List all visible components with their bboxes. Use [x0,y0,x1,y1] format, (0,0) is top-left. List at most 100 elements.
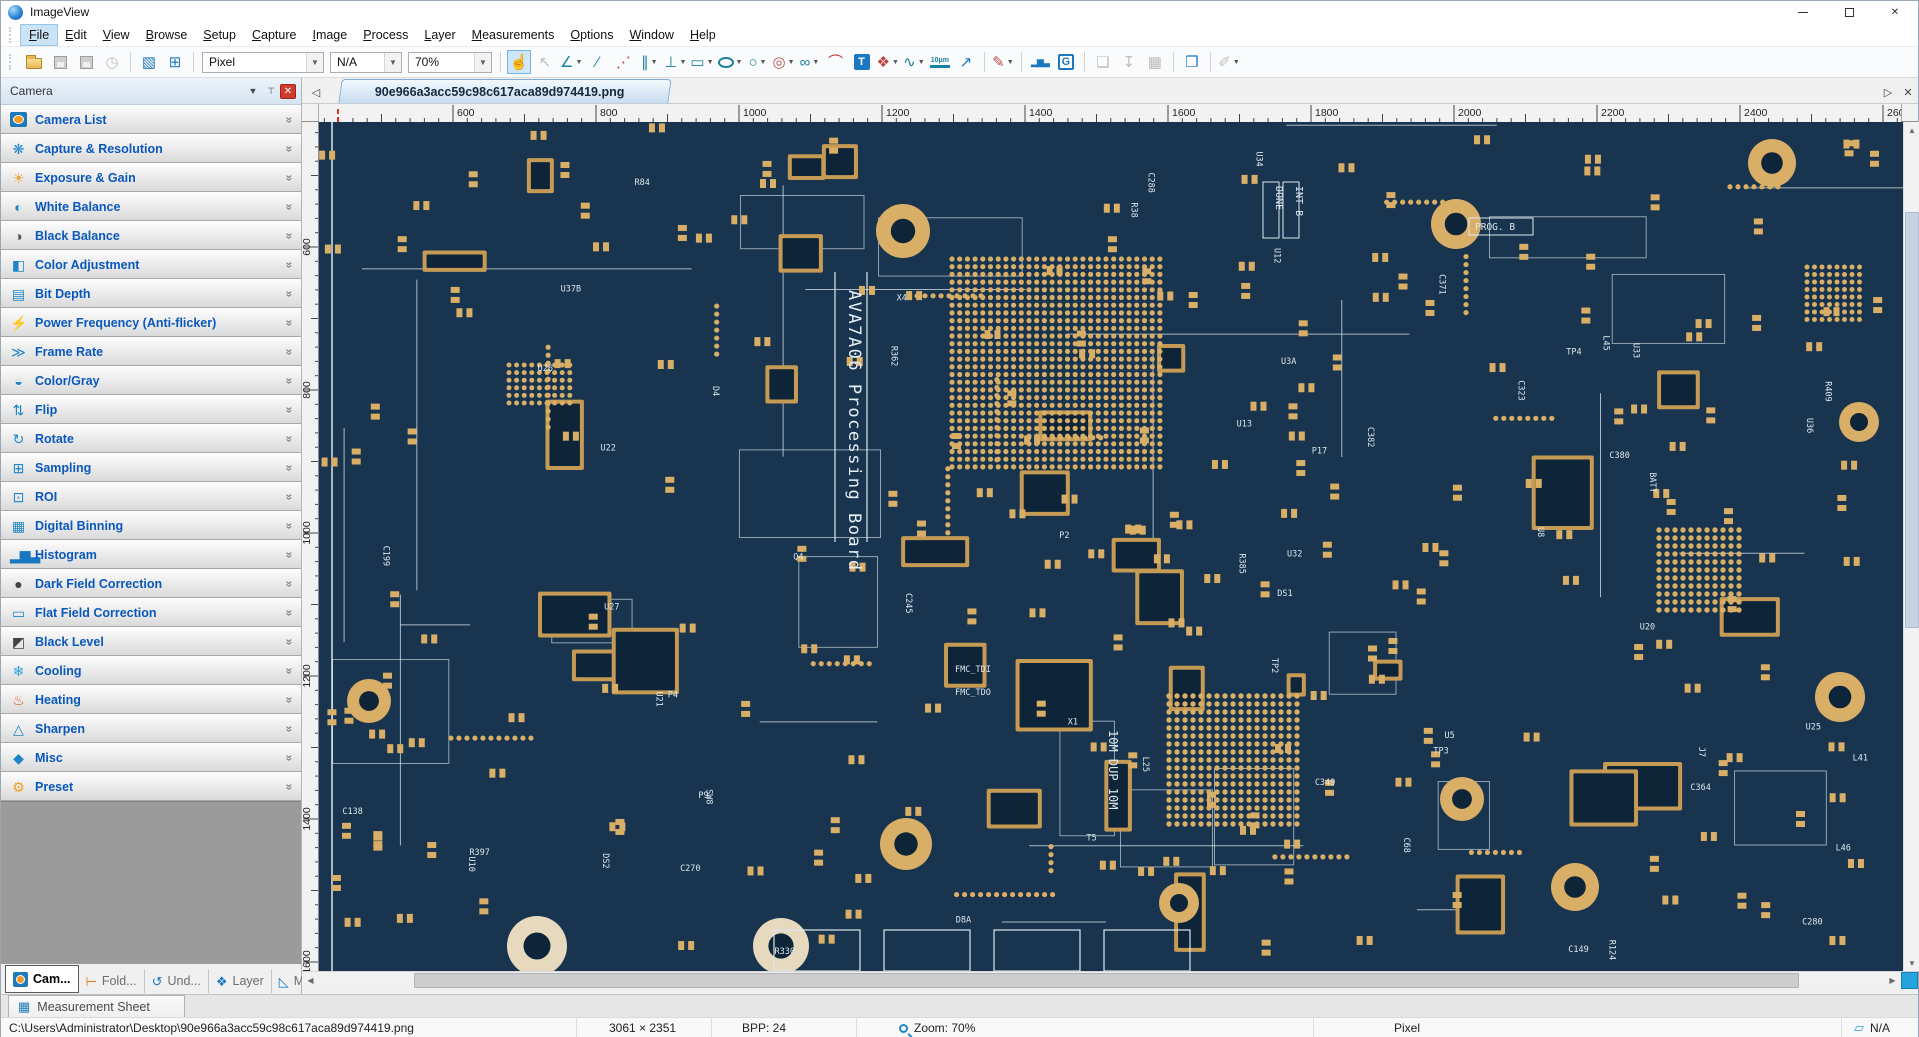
expand-chevron-icon[interactable]: » [283,725,297,732]
expand-chevron-icon[interactable]: » [283,464,297,471]
angle-tool-button[interactable]: ∠▼ [559,50,583,74]
menu-item-image[interactable]: Image [304,25,355,45]
open-button[interactable] [22,50,46,74]
scroll-down-icon[interactable]: ▼ [1904,955,1919,971]
menu-item-browse[interactable]: Browse [138,25,196,45]
dropdown-arrow-icon[interactable]: ▼ [918,59,925,66]
ellipse-tool-button[interactable]: ▼ [717,50,744,74]
text-tool-button[interactable]: T [850,50,874,74]
pin-icon[interactable]: ⊤ [262,83,280,100]
parallel-tool-button[interactable]: ∥▼ [637,50,661,74]
panel-item-exposure-gain[interactable]: ☀Exposure & Gain» [1,163,301,192]
dropdown-arrow-icon[interactable]: ▼ [736,59,743,66]
expand-chevron-icon[interactable]: » [283,377,297,384]
grayscale-button[interactable]: G [1054,50,1078,74]
panel-item-black-level[interactable]: ◩Black Level» [1,627,301,656]
menu-item-options[interactable]: Options [562,25,621,45]
unit-combo[interactable]: Pixel▼ [202,52,324,73]
expand-chevron-icon[interactable]: » [283,754,297,761]
scalebar-button[interactable]: 10μm [928,50,952,74]
pan-hand-button[interactable]: ☝ [507,50,531,74]
panel-item-histogram[interactable]: ▂▆▃Histogram» [1,540,301,569]
menu-item-help[interactable]: Help [682,25,724,45]
minimize-button[interactable] [1780,1,1826,23]
expand-chevron-icon[interactable]: » [283,174,297,181]
panel-item-frame-rate[interactable]: ≫Frame Rate» [1,337,301,366]
menu-item-process[interactable]: Process [355,25,416,45]
spline-tool-button[interactable]: ∿▼ [902,50,926,74]
tab-close-icon[interactable]: ✕ [1898,82,1918,103]
panel-item-digital-binning[interactable]: ▦Digital Binning» [1,511,301,540]
thumbnail-grid-button[interactable]: ⊞ [163,50,187,74]
side-tab-layer[interactable]: ❖Layer [209,969,272,993]
dropdown-arrow-icon[interactable]: ▼ [788,59,795,66]
menu-item-setup[interactable]: Setup [195,25,244,45]
polyline-tool-button[interactable]: ⋰ [611,50,635,74]
expand-chevron-icon[interactable]: » [283,319,297,326]
scroll-up-icon[interactable]: ▲ [1904,122,1919,138]
side-tab-fold[interactable]: ⊢Fold... [79,969,145,993]
perpendicular-tool-button[interactable]: ⊥▼ [663,50,687,74]
panel-item-white-balance[interactable]: ◐White Balance» [1,192,301,221]
panel-item-cooling[interactable]: ❄Cooling» [1,656,301,685]
combo-arrow-icon[interactable]: ▼ [384,53,401,72]
tab-scroll-right-icon[interactable]: ▷ [1878,82,1898,103]
expand-chevron-icon[interactable]: » [283,696,297,703]
vertical-scroll-thumb[interactable] [1905,212,1919,629]
panel-item-preset[interactable]: ⚙Preset» [1,772,301,801]
na-combo[interactable]: N/A▼ [330,52,402,73]
dropdown-arrow-icon[interactable]: ▼ [707,59,714,66]
dropdown-arrow-icon[interactable]: ▼ [651,59,658,66]
side-tab-cam[interactable]: Cam... [5,965,79,993]
panel-close-icon[interactable]: ✕ [280,84,296,99]
menu-item-file[interactable]: File [21,25,57,45]
expand-chevron-icon[interactable]: » [283,116,297,123]
scroll-left-icon[interactable]: ◀ [302,972,319,989]
menu-item-capture[interactable]: Capture [244,25,304,45]
zoom-combo[interactable]: 70%▼ [408,52,492,73]
expand-chevron-icon[interactable]: » [283,667,297,674]
panel-item-black-balance[interactable]: ◑Black Balance» [1,221,301,250]
horizontal-scroll-track[interactable] [319,972,1884,989]
dropdown-arrow-icon[interactable]: ▼ [812,59,819,66]
panel-item-sampling[interactable]: ⊞Sampling» [1,453,301,482]
menu-item-window[interactable]: Window [621,25,681,45]
panel-item-heating[interactable]: ♨Heating» [1,685,301,714]
maximize-button[interactable] [1826,1,1872,23]
expand-chevron-icon[interactable]: » [283,580,297,587]
expand-chevron-icon[interactable]: » [283,551,297,558]
polygon-tool-button[interactable]: ❖▼ [876,50,900,74]
expand-chevron-icon[interactable]: » [283,783,297,790]
side-tab-und[interactable]: ↺Und... [145,969,209,993]
calibration-button[interactable]: ✎▼ [991,50,1015,74]
combo-arrow-icon[interactable]: ▼ [306,53,323,72]
dropdown-arrow-icon[interactable]: ▼ [575,59,582,66]
document-tab[interactable]: 90e966a3acc59c98c617aca89d974419.png [338,79,671,103]
vertical-scrollbar[interactable]: ▲ ▼ [1903,122,1919,971]
panel-item-capture-resolution[interactable]: ❋Capture & Resolution» [1,134,301,163]
concentric-tool-button[interactable]: ◎▼ [771,50,795,74]
expand-chevron-icon[interactable]: » [283,145,297,152]
arrow-tool-button[interactable]: ↗ [954,50,978,74]
clipboard-button[interactable]: ❒ [1180,50,1204,74]
dropdown-arrow-icon[interactable]: ▼ [1007,59,1014,66]
panel-item-color-adjustment[interactable]: ◧Color Adjustment» [1,250,301,279]
expand-chevron-icon[interactable]: » [283,406,297,413]
expand-chevron-icon[interactable]: » [283,348,297,355]
image-canvas[interactable]: AVA7A06 Processing BoardDONEINT BPROG. B… [319,122,1903,971]
close-button[interactable]: ✕ [1872,1,1918,23]
measurement-sheet-tab[interactable]: ▦ Measurement Sheet [8,995,185,1017]
horizontal-scrollbar[interactable]: ◀ ▶ [302,971,1918,989]
menu-item-layer[interactable]: Layer [416,25,463,45]
browse-images-button[interactable]: ▧ [137,50,161,74]
panel-item-dark-field-correction[interactable]: ●Dark Field Correction» [1,569,301,598]
expand-chevron-icon[interactable]: » [283,290,297,297]
dropdown-arrow-icon[interactable]: ▼ [760,59,767,66]
circle-tool-button[interactable]: ○▼ [745,50,769,74]
panel-item-roi[interactable]: ⊡ROI» [1,482,301,511]
expand-chevron-icon[interactable]: » [283,232,297,239]
dropdown-arrow-icon[interactable]: ▼ [679,59,686,66]
menu-item-measurements[interactable]: Measurements [464,25,563,45]
vertical-scroll-track[interactable] [1904,138,1919,955]
histogram-button[interactable]: ▂▆▃ [1028,50,1052,74]
